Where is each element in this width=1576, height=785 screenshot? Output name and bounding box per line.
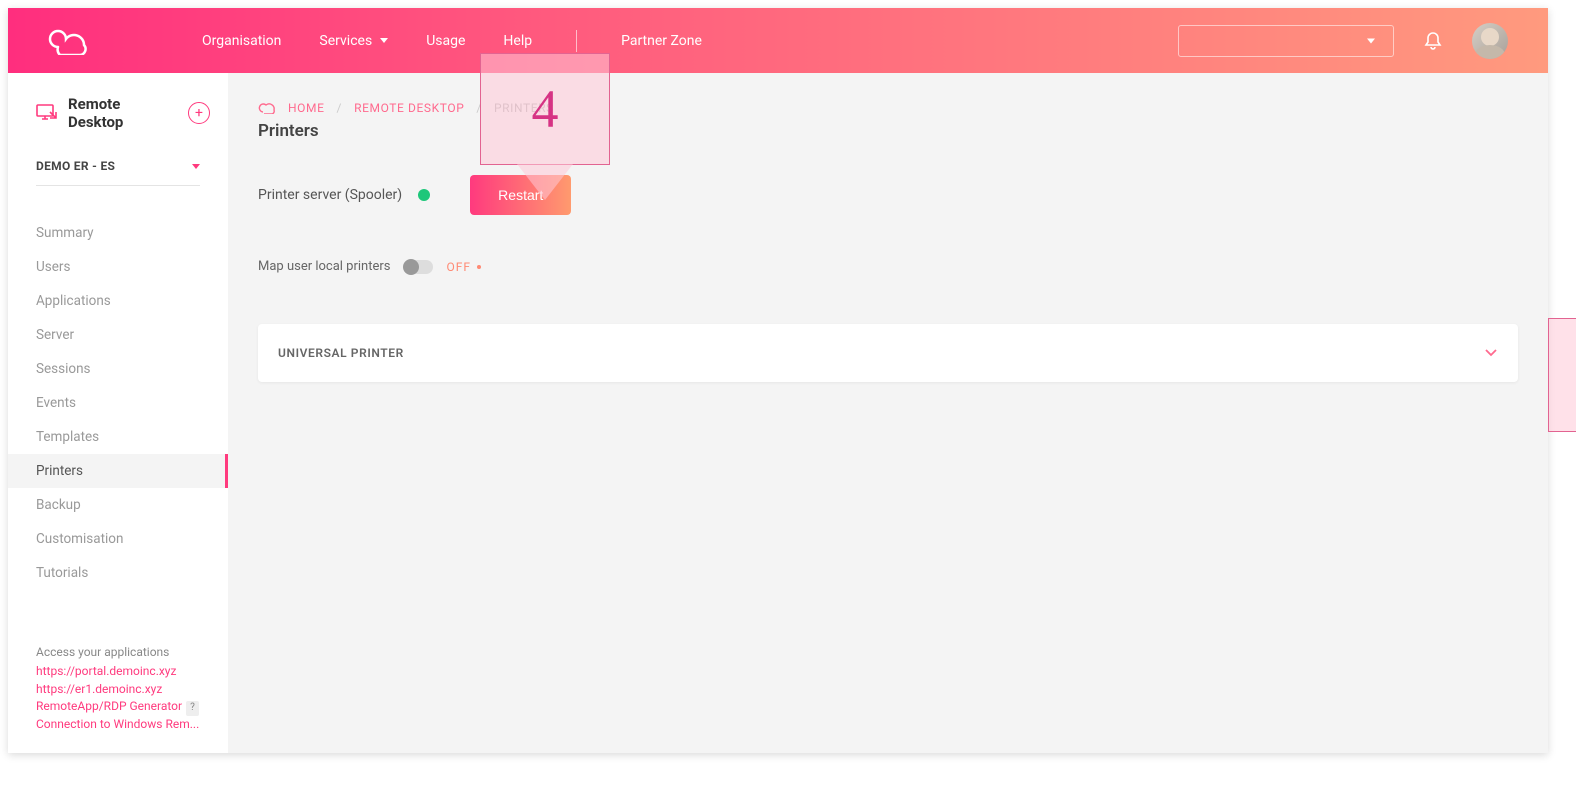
sidebar-nav: Summary Users Applications Server Sessio… xyxy=(8,216,228,590)
main-nav: Organisation Services Usage Help Partner… xyxy=(202,30,1178,52)
caret-down-icon xyxy=(1367,38,1375,43)
universal-printer-panel[interactable]: UNIVERSAL PRINTER xyxy=(258,324,1518,382)
breadcrumb-remote-desktop[interactable]: REMOTE DESKTOP xyxy=(354,101,464,115)
nav-partner-zone[interactable]: Partner Zone xyxy=(621,33,702,49)
nav-organisation[interactable]: Organisation xyxy=(202,33,281,49)
org-selector[interactable]: DEMO ER - ES xyxy=(36,159,200,186)
nav-divider xyxy=(576,30,577,52)
nav-help[interactable]: Help xyxy=(503,33,532,49)
sidebar-item-applications[interactable]: Applications xyxy=(8,284,228,318)
cloud-icon xyxy=(258,102,276,114)
toggle-state: OFF xyxy=(447,260,482,274)
app-window: Organisation Services Usage Help Partner… xyxy=(8,8,1548,753)
footer-link-portal[interactable]: https://portal.demoinc.xyz xyxy=(36,663,200,680)
avatar[interactable] xyxy=(1472,23,1508,59)
annotation-5-box: 5 xyxy=(1548,318,1576,432)
sidebar-header: Remote Desktop + xyxy=(8,95,228,131)
annotation-5: 5 xyxy=(1548,283,1576,432)
nav-services-label: Services xyxy=(319,33,372,49)
main-header: Organisation Services Usage Help Partner… xyxy=(8,8,1548,73)
nav-services[interactable]: Services xyxy=(319,33,388,49)
caret-down-icon xyxy=(192,164,200,169)
nav-usage[interactable]: Usage xyxy=(426,33,465,49)
footer-link-connection[interactable]: Connection to Windows Rem... xyxy=(36,716,200,733)
sidebar-footer: Access your applications https://portal.… xyxy=(8,645,228,753)
status-indicator xyxy=(418,189,430,201)
sidebar-item-templates[interactable]: Templates xyxy=(8,420,228,454)
breadcrumb: HOME / REMOTE DESKTOP / PRINTERS xyxy=(258,101,1518,115)
restart-button[interactable]: Restart xyxy=(470,175,571,215)
breadcrumb-separator: / xyxy=(476,101,482,115)
logo-icon xyxy=(48,27,92,55)
spooler-label: Printer server (Spooler) xyxy=(258,187,402,203)
sidebar-title: Remote Desktop xyxy=(68,95,178,131)
breadcrumb-current: PRINTERS xyxy=(494,101,554,115)
map-printers-label: Map user local printers xyxy=(258,259,391,274)
footer-link-remoteapp-label: RemoteApp/RDP Generator xyxy=(36,699,182,713)
footer-link-remoteapp[interactable]: RemoteApp/RDP Generator? xyxy=(36,698,200,716)
toggle-dot-icon xyxy=(477,265,481,269)
sidebar-item-sessions[interactable]: Sessions xyxy=(8,352,228,386)
body: Remote Desktop + DEMO ER - ES Summary Us… xyxy=(8,73,1548,753)
breadcrumb-home[interactable]: HOME xyxy=(288,101,325,115)
sidebar-item-server[interactable]: Server xyxy=(8,318,228,352)
map-printers-toggle[interactable] xyxy=(405,260,433,274)
sidebar-item-printers[interactable]: Printers xyxy=(8,454,228,488)
breadcrumb-separator: / xyxy=(337,101,343,115)
org-selector-label: DEMO ER - ES xyxy=(36,159,115,173)
remote-desktop-icon xyxy=(36,104,58,122)
sidebar: Remote Desktop + DEMO ER - ES Summary Us… xyxy=(8,73,228,753)
spooler-row: Printer server (Spooler) Restart xyxy=(258,175,1518,215)
sidebar-item-backup[interactable]: Backup xyxy=(8,488,228,522)
sidebar-item-tutorials[interactable]: Tutorials xyxy=(8,556,228,590)
add-button[interactable]: + xyxy=(188,102,210,124)
caret-down-icon xyxy=(380,38,388,43)
header-right xyxy=(1178,23,1508,59)
header-dropdown[interactable] xyxy=(1178,25,1394,57)
map-printers-row: Map user local printers OFF xyxy=(258,259,1518,274)
footer-link-er1[interactable]: https://er1.demoinc.xyz xyxy=(36,681,200,698)
sidebar-item-events[interactable]: Events xyxy=(8,386,228,420)
toggle-state-text: OFF xyxy=(447,260,472,274)
sidebar-item-summary[interactable]: Summary xyxy=(8,216,228,250)
sidebar-item-users[interactable]: Users xyxy=(8,250,228,284)
main-content: HOME / REMOTE DESKTOP / PRINTERS Printer… xyxy=(228,73,1548,753)
help-chip: ? xyxy=(186,701,199,716)
sidebar-item-customisation[interactable]: Customisation xyxy=(8,522,228,556)
page-title: Printers xyxy=(258,121,1518,141)
chevron-down-icon xyxy=(1484,348,1498,358)
bell-icon[interactable] xyxy=(1424,31,1442,51)
panel-title: UNIVERSAL PRINTER xyxy=(278,346,404,360)
sidebar-footer-title: Access your applications xyxy=(36,645,200,659)
